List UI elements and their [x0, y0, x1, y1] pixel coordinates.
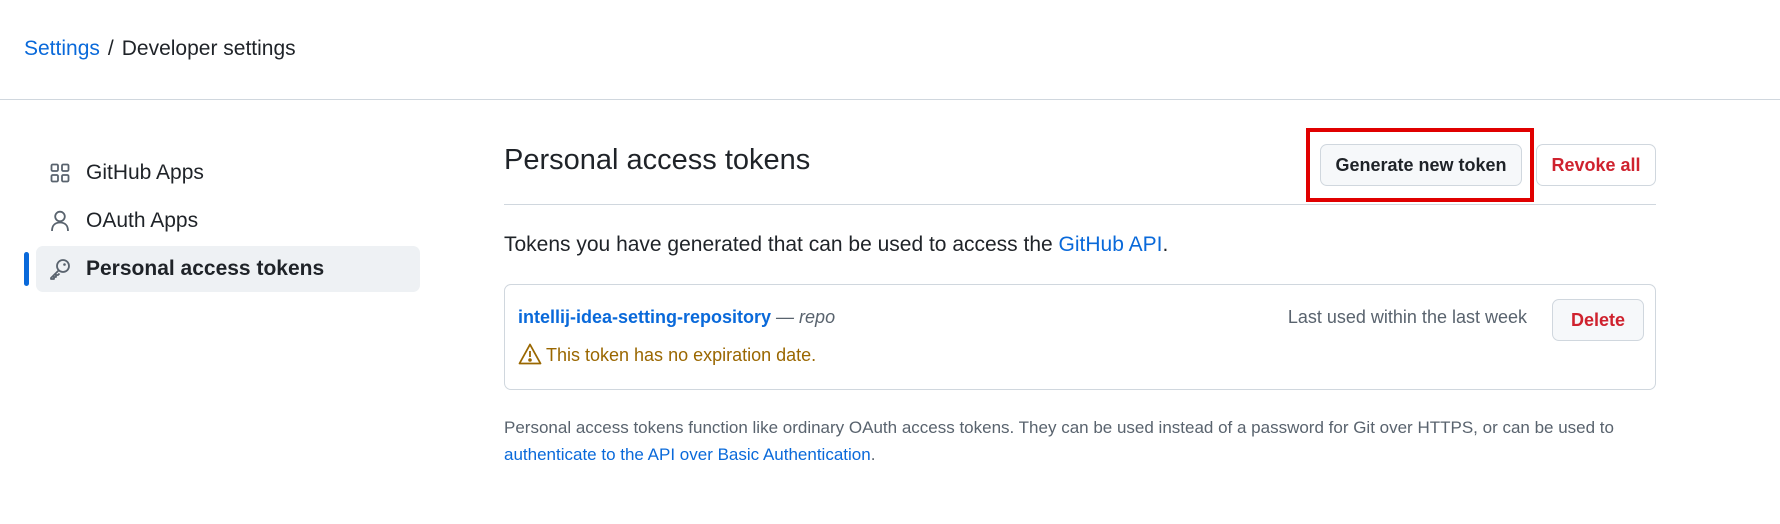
token-name-link[interactable]: intellij-idea-setting-repository: [518, 307, 771, 327]
active-indicator: [24, 252, 29, 286]
key-icon: [48, 257, 72, 281]
token-scope: repo: [799, 307, 836, 327]
delete-token-button[interactable]: Delete: [1552, 299, 1644, 341]
footnote-body: Personal access tokens function like ord…: [504, 418, 1614, 437]
revoke-all-button[interactable]: Revoke all: [1536, 144, 1656, 186]
intro-text-body: Tokens you have generated that can be us…: [504, 233, 1059, 256]
token-expiration-warning: This token has no expiration date.: [518, 343, 816, 367]
breadcrumb: Settings / Developer settings: [24, 36, 296, 62]
page-header: Personal access tokens Generate new toke…: [504, 128, 1656, 205]
sidebar-item-oauth-apps[interactable]: OAuth Apps: [24, 198, 420, 244]
token-last-used: Last used within the last week: [1287, 307, 1527, 327]
apps-grid-icon: [48, 161, 72, 185]
intro-text: Tokens you have generated that can be us…: [504, 233, 1168, 257]
alert-icon: [518, 343, 542, 367]
breadcrumb-separator: /: [107, 37, 114, 60]
generate-new-token-button[interactable]: Generate new token: [1320, 144, 1522, 186]
github-api-link[interactable]: GitHub API: [1059, 233, 1163, 256]
footnote-text: Personal access tokens function like ord…: [504, 414, 1664, 468]
token-name-line: intellij-idea-setting-repository — repo: [518, 307, 835, 328]
basic-auth-link[interactable]: authenticate to the API over Basic Authe…: [504, 445, 871, 464]
intro-text-end: .: [1162, 233, 1169, 256]
breadcrumb-settings-link[interactable]: Settings: [24, 37, 100, 60]
sidebar-item-personal-access-tokens[interactable]: Personal access tokens: [24, 246, 420, 292]
person-icon: [48, 209, 72, 233]
sidebar-item-label: OAuth Apps: [86, 209, 199, 232]
token-warning-text: This token has no expiration date.: [546, 344, 817, 365]
page-title: Personal access tokens: [504, 144, 811, 176]
top-bar: Settings / Developer settings: [0, 0, 1780, 100]
token-scope-separator: —: [771, 307, 800, 327]
breadcrumb-current: Developer settings: [121, 37, 296, 60]
footnote-end: .: [870, 445, 876, 464]
sidebar: GitHub Apps OAuth Apps Personal access t…: [24, 150, 420, 294]
sidebar-item-label: Personal access tokens: [86, 257, 325, 280]
main-content: Personal access tokens Generate new toke…: [504, 128, 1656, 464]
sidebar-item-label: GitHub Apps: [86, 161, 204, 184]
sidebar-item-github-apps[interactable]: GitHub Apps: [24, 150, 420, 196]
token-list-item: intellij-idea-setting-repository — repo …: [504, 284, 1656, 390]
